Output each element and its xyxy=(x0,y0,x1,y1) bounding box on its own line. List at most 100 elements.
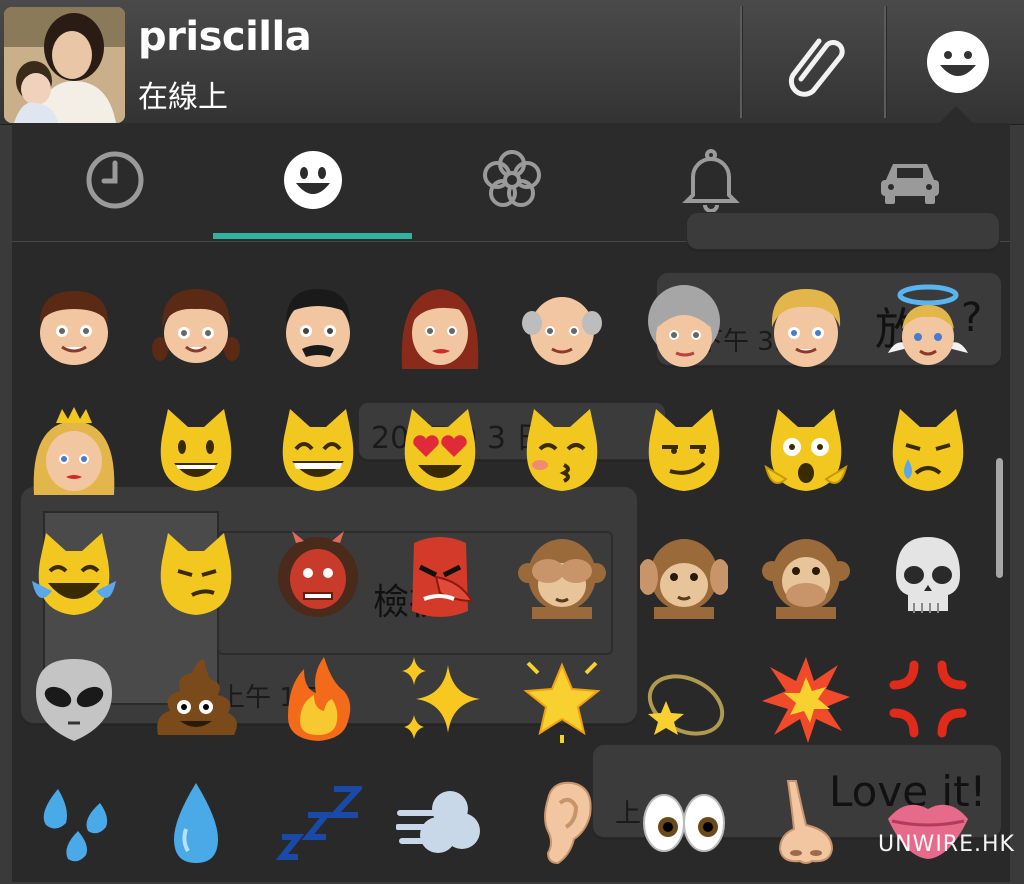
angel-emoji xyxy=(884,283,972,375)
emoji-person-blond[interactable] xyxy=(746,270,866,388)
japanese-ogre-emoji xyxy=(274,531,362,623)
emoji-eyes[interactable] xyxy=(624,766,744,884)
emoji-girl[interactable] xyxy=(136,270,256,388)
nose-emoji xyxy=(762,779,850,871)
droplet-emoji xyxy=(152,779,240,871)
person-blond-emoji xyxy=(762,283,850,375)
smirk-cat-emoji xyxy=(640,407,728,499)
girl-emoji xyxy=(152,283,240,375)
eyes-emoji xyxy=(640,779,728,871)
emoji-crying-cat[interactable] xyxy=(868,394,988,512)
paperclip-icon xyxy=(779,27,849,101)
crying-cat-emoji xyxy=(884,407,972,499)
emoji-sweat-drops[interactable] xyxy=(14,766,134,884)
grinning-cat-emoji xyxy=(274,407,362,499)
emoji-lips[interactable] xyxy=(868,766,988,884)
emoji-alien[interactable] xyxy=(14,642,134,760)
emoji-hear-no-evil-monkey[interactable] xyxy=(624,518,744,636)
smiley-face-icon xyxy=(282,149,344,215)
selected-tab-indicator xyxy=(213,233,412,239)
see-no-evil-monkey-emoji xyxy=(518,531,606,623)
sweat-drops-emoji xyxy=(30,779,118,871)
princess-emoji xyxy=(30,407,118,499)
emoji-nose[interactable] xyxy=(746,766,866,884)
emoji-pouting-cat[interactable] xyxy=(136,518,256,636)
speak-no-evil-monkey-emoji xyxy=(762,531,850,623)
joy-cat-emoji xyxy=(30,531,118,623)
dash-emoji xyxy=(395,779,484,871)
emoji-japanese-ogre[interactable] xyxy=(258,518,378,636)
emoji-older-woman[interactable] xyxy=(624,270,744,388)
contact-status: 在線上 xyxy=(138,80,228,115)
emoji-see-no-evil-monkey[interactable] xyxy=(502,518,622,636)
emoji-grinning-cat[interactable] xyxy=(258,394,378,512)
emoji-kissing-cat[interactable] xyxy=(502,394,622,512)
heart-eyes-cat-emoji xyxy=(396,407,484,499)
emoji-smirk-cat[interactable] xyxy=(624,394,744,512)
emoji-droplet[interactable] xyxy=(136,766,256,884)
emoji-speak-no-evil-monkey[interactable] xyxy=(746,518,866,636)
zzz-emoji xyxy=(274,779,365,871)
scrollbar[interactable] xyxy=(996,458,1003,578)
older-woman-emoji xyxy=(640,283,728,375)
anger-emoji xyxy=(884,655,972,747)
lips-emoji xyxy=(884,779,972,871)
emoji-scream-cat[interactable] xyxy=(746,394,866,512)
emoji-japanese-goblin[interactable] xyxy=(380,518,500,636)
flower-icon xyxy=(479,147,545,217)
emoji-princess[interactable] xyxy=(14,394,134,512)
skull-emoji xyxy=(884,531,972,623)
header-divider xyxy=(740,6,742,118)
alien-emoji xyxy=(30,655,118,747)
car-icon xyxy=(877,152,943,212)
smiley-icon xyxy=(925,29,991,99)
emoji-heart-eyes-cat[interactable] xyxy=(380,394,500,512)
man-emoji xyxy=(274,283,362,375)
glowing-star-emoji xyxy=(518,655,606,747)
hear-no-evil-monkey-emoji xyxy=(638,531,730,623)
emoji-glowing-star[interactable] xyxy=(502,642,622,760)
emoji-joy-cat[interactable] xyxy=(14,518,134,636)
attach-button[interactable] xyxy=(744,10,884,118)
bell-icon xyxy=(681,147,741,217)
tab-nature[interactable] xyxy=(412,123,611,241)
avatar[interactable] xyxy=(4,7,125,123)
tab-people[interactable] xyxy=(213,123,412,241)
smiley-cat-emoji xyxy=(152,407,240,499)
scream-cat-emoji xyxy=(762,407,850,499)
emoji-smiley-cat[interactable] xyxy=(136,394,256,512)
emoji-dash[interactable] xyxy=(380,766,500,884)
emoji-woman[interactable] xyxy=(380,270,500,388)
ear-emoji xyxy=(518,779,606,871)
emoji-toggle-button[interactable] xyxy=(888,10,1024,118)
collision-emoji xyxy=(762,655,850,747)
emoji-boy[interactable] xyxy=(14,270,134,388)
pouting-cat-emoji xyxy=(152,531,240,623)
header-divider xyxy=(884,6,886,118)
tab-recent[interactable] xyxy=(15,123,214,241)
emoji-dizzy[interactable] xyxy=(624,642,744,760)
emoji-ear[interactable] xyxy=(502,766,622,884)
poop-emoji xyxy=(152,655,240,747)
emoji-fire[interactable] xyxy=(258,642,378,760)
emoji-skull[interactable] xyxy=(868,518,988,636)
emoji-sparkles[interactable] xyxy=(380,642,500,760)
boy-emoji xyxy=(30,283,118,375)
emoji-poop[interactable] xyxy=(136,642,256,760)
emoji-man[interactable] xyxy=(258,270,378,388)
sparkles-emoji xyxy=(396,655,484,747)
emoji-zzz[interactable] xyxy=(258,766,378,884)
emoji-anger[interactable] xyxy=(868,642,988,760)
chat-bubble-partial xyxy=(686,212,1000,250)
chat-header: priscilla 在線上 xyxy=(0,0,1024,125)
kissing-cat-emoji xyxy=(518,407,606,499)
emoji-older-man[interactable] xyxy=(502,270,622,388)
watermark: UNWIRE.HK xyxy=(878,832,1015,857)
japanese-goblin-emoji xyxy=(396,531,484,623)
emoji-collision[interactable] xyxy=(746,642,866,760)
older-man-emoji xyxy=(518,283,606,375)
woman-emoji xyxy=(396,283,484,375)
dizzy-emoji xyxy=(640,655,728,747)
emoji-angel[interactable] xyxy=(868,270,988,388)
recent-clock-icon xyxy=(84,149,146,215)
